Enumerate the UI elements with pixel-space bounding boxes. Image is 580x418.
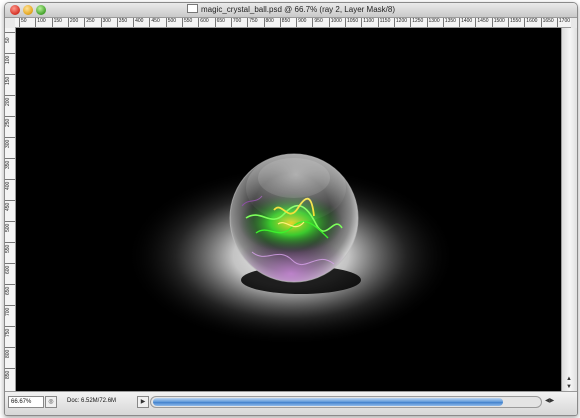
document-icon — [187, 4, 198, 13]
ruler-tick-label: 1300 — [426, 18, 440, 27]
ruler-tick-label: 700 — [230, 18, 241, 27]
ruler-tick-label: 750 — [247, 18, 258, 27]
ruler-tick-label: 800 — [263, 18, 274, 27]
horizontal-scroll-arrows[interactable]: ◀▶ — [545, 396, 559, 406]
vertical-scroll-arrows[interactable]: ▲ ▼ — [561, 375, 577, 391]
zoom-level-field[interactable]: 66.67% — [8, 396, 44, 408]
ruler-tick-label: 1150 — [377, 18, 390, 27]
crystal-ball-artwork — [126, 153, 456, 346]
ruler-tick-label: 50 — [19, 18, 27, 27]
ruler-tick-label: 1550 — [508, 18, 521, 27]
ruler-tick-label: 550 — [182, 18, 192, 27]
ruler-tick-label: 1050 — [345, 18, 358, 27]
scroll-right-arrow-icon[interactable]: ▶ — [550, 398, 555, 404]
ruler-tick-label: 1650 — [540, 18, 554, 27]
horizontal-scroll-thumb[interactable] — [153, 398, 503, 406]
ruler-tick-label: 1350 — [442, 18, 456, 27]
ruler-tick-label: 450 — [149, 18, 160, 27]
ruler-tick-label: 600 — [198, 18, 209, 27]
scroll-down-arrow-icon[interactable]: ▼ — [561, 383, 577, 391]
ruler-tick-label: 1600 — [524, 18, 537, 27]
ruler-tick-label: 850 — [279, 18, 290, 27]
status-bar: 66.67% ◎ Doc: 6.52M/72.6M ▶ ◀▶ — [5, 391, 577, 415]
ruler-tick-label: 500 — [165, 18, 176, 27]
ruler-tick-label: 300 — [100, 18, 111, 27]
ruler-tick-label: 650 — [214, 18, 225, 27]
horizontal-ruler[interactable]: 50 100 150 200 250 300 350 400 450 500 550 600 650 70… — [15, 18, 571, 28]
ruler-tick-label: 1400 — [459, 18, 472, 27]
scroll-up-arrow-icon[interactable]: ▲ — [561, 375, 577, 383]
ruler-tick-label: 350 — [116, 18, 127, 27]
ruler-tick-label: 1200 — [393, 18, 407, 27]
ruler-tick-label: 950 — [312, 18, 323, 27]
vertical-ruler[interactable]: 50 100 150 200 250 300 350 400 450 500 550 600 650 70… — [5, 28, 16, 391]
ruler-tick-label: 1700 — [556, 18, 570, 27]
navigator-icon[interactable]: ◎ — [45, 396, 57, 408]
ruler-tick-label: 1000 — [328, 18, 342, 27]
play-icon[interactable]: ▶ — [137, 396, 149, 408]
ruler-tick-label: 1100 — [361, 18, 374, 27]
title-bar[interactable]: magic_crystal_ball.psd @ 66.7% (ray 2, L… — [5, 3, 577, 18]
ruler-tick-label: 200 — [67, 18, 78, 27]
ruler-tick-label: 1450 — [475, 18, 489, 27]
window-title-group: magic_crystal_ball.psd @ 66.7% (ray 2, L… — [5, 4, 577, 14]
ruler-tick-label: 400 — [133, 18, 143, 27]
ruler-tick-label: 1500 — [491, 18, 505, 27]
ruler-tick-label: 150 — [51, 18, 62, 27]
ruler-tick-label: 100 — [35, 18, 46, 27]
window-title: magic_crystal_ball.psd @ 66.7% (ray 2, L… — [201, 5, 395, 14]
vertical-scrollbar[interactable] — [561, 28, 577, 391]
photoshop-document-window: magic_crystal_ball.psd @ 66.7% (ray 2, L… — [4, 2, 578, 416]
ruler-tick-label: 250 — [84, 18, 95, 27]
ruler-tick-label: 1250 — [410, 18, 423, 27]
document-size-info[interactable]: Doc: 6.52M/72.6M — [67, 396, 133, 407]
image-canvas[interactable] — [16, 28, 561, 391]
ruler-tick-label: 850 — [5, 368, 15, 390]
horizontal-scrollbar[interactable] — [150, 396, 542, 408]
ruler-tick-label: 900 — [296, 18, 306, 27]
